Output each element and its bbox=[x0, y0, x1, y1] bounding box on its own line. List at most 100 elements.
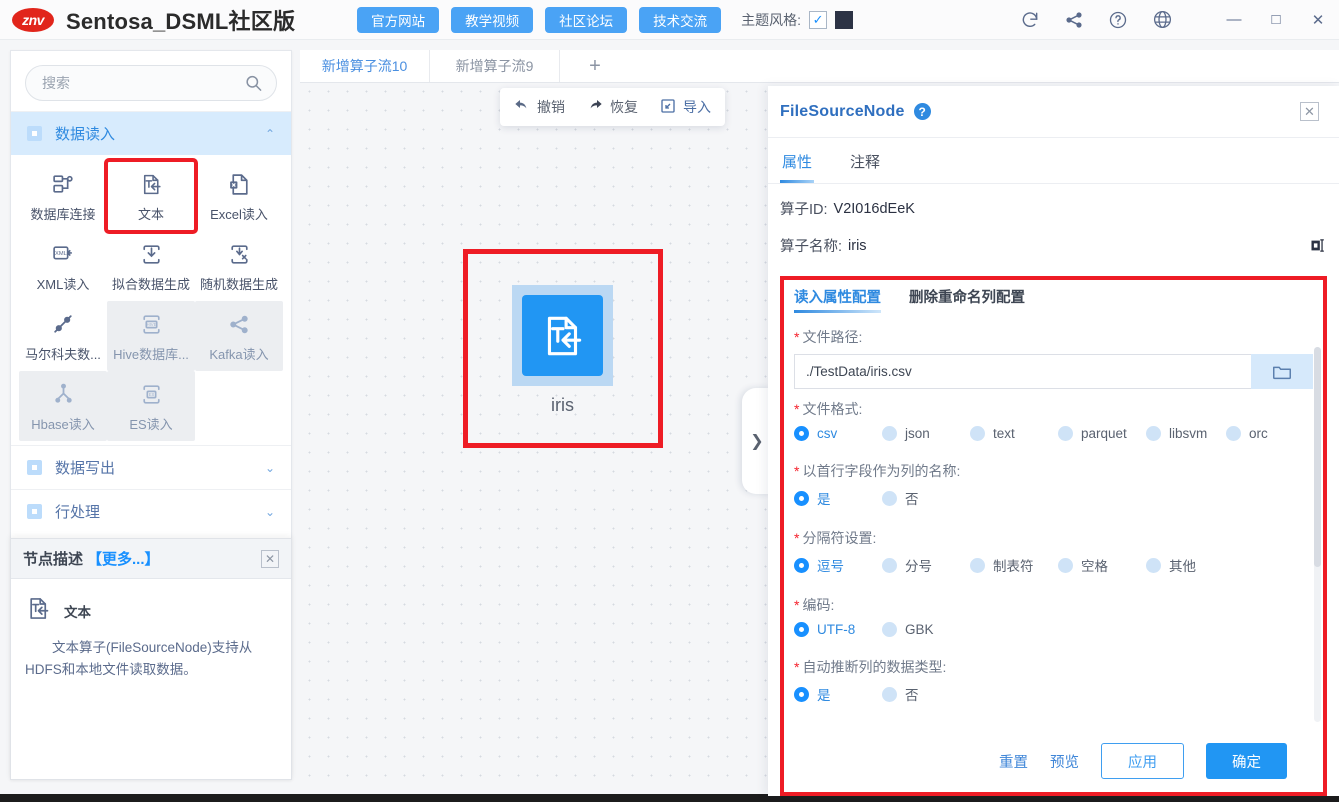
operator-random-data-gen[interactable]: 随机数据生成 bbox=[195, 231, 283, 301]
help-icon[interactable] bbox=[1107, 9, 1129, 31]
operator-label: 数据库连接 bbox=[30, 207, 96, 222]
community-forum-button[interactable]: 社区论坛 bbox=[545, 6, 628, 33]
flow-tab-1[interactable]: 新增算子流9 bbox=[430, 50, 560, 82]
xml-file-icon: XML bbox=[51, 241, 76, 267]
category-header-row-process[interactable]: 行处理 ⌄ bbox=[11, 489, 291, 533]
required-marker: * bbox=[794, 597, 800, 613]
apply-button[interactable]: 应用 bbox=[1101, 743, 1184, 779]
operator-kafka-read[interactable]: Kafka读入 bbox=[195, 301, 283, 371]
radio-format-text[interactable]: text bbox=[970, 426, 1058, 441]
operator-fit-data-gen[interactable]: 拟合数据生成 bbox=[107, 231, 195, 301]
config-scrollbar-thumb[interactable] bbox=[1314, 347, 1321, 567]
category-square-icon bbox=[27, 460, 42, 475]
radio-label: orc bbox=[1249, 426, 1268, 441]
help-icon[interactable]: ? bbox=[913, 103, 931, 120]
operator-label: 文本 bbox=[137, 207, 164, 222]
radio-label: 逗号 bbox=[817, 559, 844, 574]
config-tab-read-properties[interactable]: 读入属性配置 bbox=[794, 286, 881, 313]
config-tab-rename-columns[interactable]: 删除重命名列配置 bbox=[909, 286, 1025, 313]
radio-dot bbox=[970, 557, 985, 573]
folder-icon[interactable] bbox=[1251, 354, 1313, 389]
tech-exchange-button[interactable]: 技术交流 bbox=[639, 6, 722, 33]
canvas-toolbar: 撤销 恢复 导入 bbox=[500, 88, 725, 126]
operator-excel-read[interactable]: Excel读入 bbox=[195, 161, 283, 231]
category-square-icon bbox=[27, 126, 42, 141]
radio-label: csv bbox=[817, 426, 838, 441]
confirm-button[interactable]: 确定 bbox=[1206, 743, 1287, 779]
radio-infer-yes[interactable]: 是 bbox=[794, 684, 882, 704]
theme-color-swatch[interactable] bbox=[835, 10, 854, 29]
category-label: 数据读入 bbox=[55, 126, 116, 143]
node-description-title: 节点描述 bbox=[23, 551, 84, 568]
refresh-icon[interactable] bbox=[1019, 9, 1041, 31]
tab-properties[interactable]: 属性 bbox=[780, 138, 815, 183]
search-input[interactable] bbox=[26, 75, 276, 91]
chevron-down-icon[interactable]: ⌄ bbox=[265, 461, 275, 475]
radio-header-no[interactable]: 否 bbox=[882, 488, 919, 508]
radio-infer-no[interactable]: 否 bbox=[882, 684, 919, 704]
theme-checkbox[interactable]: ✓ bbox=[809, 10, 828, 29]
category-header-data-input[interactable]: 数据读入 ⌃ bbox=[11, 111, 291, 155]
radio-delimiter-other[interactable]: 其他 bbox=[1146, 555, 1196, 575]
radio-delimiter-tab[interactable]: 制表符 bbox=[970, 555, 1058, 575]
language-globe-icon[interactable] bbox=[1151, 9, 1173, 31]
node-description-close-button[interactable]: ✕ bbox=[261, 549, 279, 568]
radio-delimiter-space[interactable]: 空格 bbox=[1058, 555, 1146, 575]
radio-format-json[interactable]: json bbox=[882, 426, 970, 441]
znv-logo: znv bbox=[12, 7, 54, 32]
radio-delimiter-semicolon[interactable]: 分号 bbox=[882, 555, 970, 575]
operator-db-connect[interactable]: 数据库连接 bbox=[19, 161, 107, 231]
operator-label: 马尔科夫数... bbox=[25, 347, 101, 362]
tab-comment[interactable]: 注释 bbox=[848, 138, 882, 183]
flow-tab-0[interactable]: 新增算子流10 bbox=[300, 50, 430, 82]
radio-dot bbox=[882, 686, 897, 702]
config-scroll-area[interactable]: *文件路径: *文件格式: cs bbox=[784, 313, 1323, 730]
delimiter-label: * 分隔符设置: bbox=[794, 528, 1313, 548]
tutorial-video-button[interactable]: 教学视频 bbox=[451, 6, 534, 33]
category-label: 行处理 bbox=[55, 504, 101, 521]
window-controls: — □ ✕ bbox=[1213, 1, 1339, 39]
flow-tab-bar: 新增算子流10 新增算子流9 + bbox=[300, 50, 1339, 83]
radio-format-libsvm[interactable]: libsvm bbox=[1146, 426, 1226, 441]
radio-format-csv[interactable]: csv bbox=[794, 426, 882, 441]
radio-encoding-gbk[interactable]: GBK bbox=[882, 622, 934, 637]
radio-dot bbox=[970, 426, 985, 441]
official-site-button[interactable]: 官方网站 bbox=[357, 6, 440, 33]
close-button[interactable]: ✕ bbox=[1297, 1, 1339, 39]
radio-format-orc[interactable]: orc bbox=[1226, 426, 1268, 441]
file-path-input[interactable] bbox=[794, 354, 1251, 389]
radio-header-yes[interactable]: 是 bbox=[794, 488, 882, 508]
chevron-up-icon[interactable]: ⌃ bbox=[265, 127, 275, 141]
rename-icon[interactable] bbox=[1310, 237, 1327, 254]
title-bar: znv Sentosa_DSML社区版 官方网站 教学视频 社区论坛 技术交流 … bbox=[0, 0, 1339, 40]
property-panel-title: FileSourceNode bbox=[780, 102, 905, 120]
preview-button[interactable]: 预览 bbox=[1050, 751, 1079, 772]
maximize-button[interactable]: □ bbox=[1255, 1, 1297, 39]
radio-delimiter-comma[interactable]: 逗号 bbox=[794, 555, 882, 575]
operator-xml-read[interactable]: XML XML读入 bbox=[19, 231, 107, 301]
operator-hbase-read[interactable]: Hbase读入 bbox=[19, 371, 107, 441]
operator-markov-data[interactable]: 马尔科夫数... bbox=[19, 301, 107, 371]
import-button[interactable]: 导入 bbox=[660, 97, 711, 117]
text-file-icon bbox=[139, 171, 164, 197]
category-header-data-output[interactable]: 数据写出 ⌄ bbox=[11, 445, 291, 489]
share-nodes-icon[interactable] bbox=[1063, 9, 1085, 31]
radio-format-parquet[interactable]: parquet bbox=[1058, 426, 1146, 441]
chevron-down-icon[interactable]: ⌄ bbox=[265, 505, 275, 519]
node-description-more-link[interactable]: 【更多...】 bbox=[87, 548, 160, 569]
minimize-button[interactable]: — bbox=[1213, 1, 1255, 39]
property-panel-close-button[interactable]: ✕ bbox=[1300, 102, 1319, 121]
redo-button[interactable]: 恢复 bbox=[587, 97, 638, 117]
add-tab-button[interactable]: + bbox=[560, 50, 630, 82]
undo-button[interactable]: 撤销 bbox=[514, 97, 565, 117]
operator-es-read[interactable]: ES ES读入 bbox=[107, 371, 195, 441]
search-icon[interactable] bbox=[244, 74, 263, 93]
required-marker: * bbox=[794, 659, 800, 675]
redo-label: 恢复 bbox=[610, 99, 638, 115]
random-data-icon bbox=[227, 241, 252, 267]
operator-hive-db[interactable]: HIVE Hive数据库... bbox=[107, 301, 195, 371]
radio-dot bbox=[1146, 426, 1161, 441]
reset-button[interactable]: 重置 bbox=[999, 751, 1028, 772]
radio-encoding-utf8[interactable]: UTF-8 bbox=[794, 622, 882, 637]
operator-text[interactable]: 文本 bbox=[104, 158, 198, 234]
